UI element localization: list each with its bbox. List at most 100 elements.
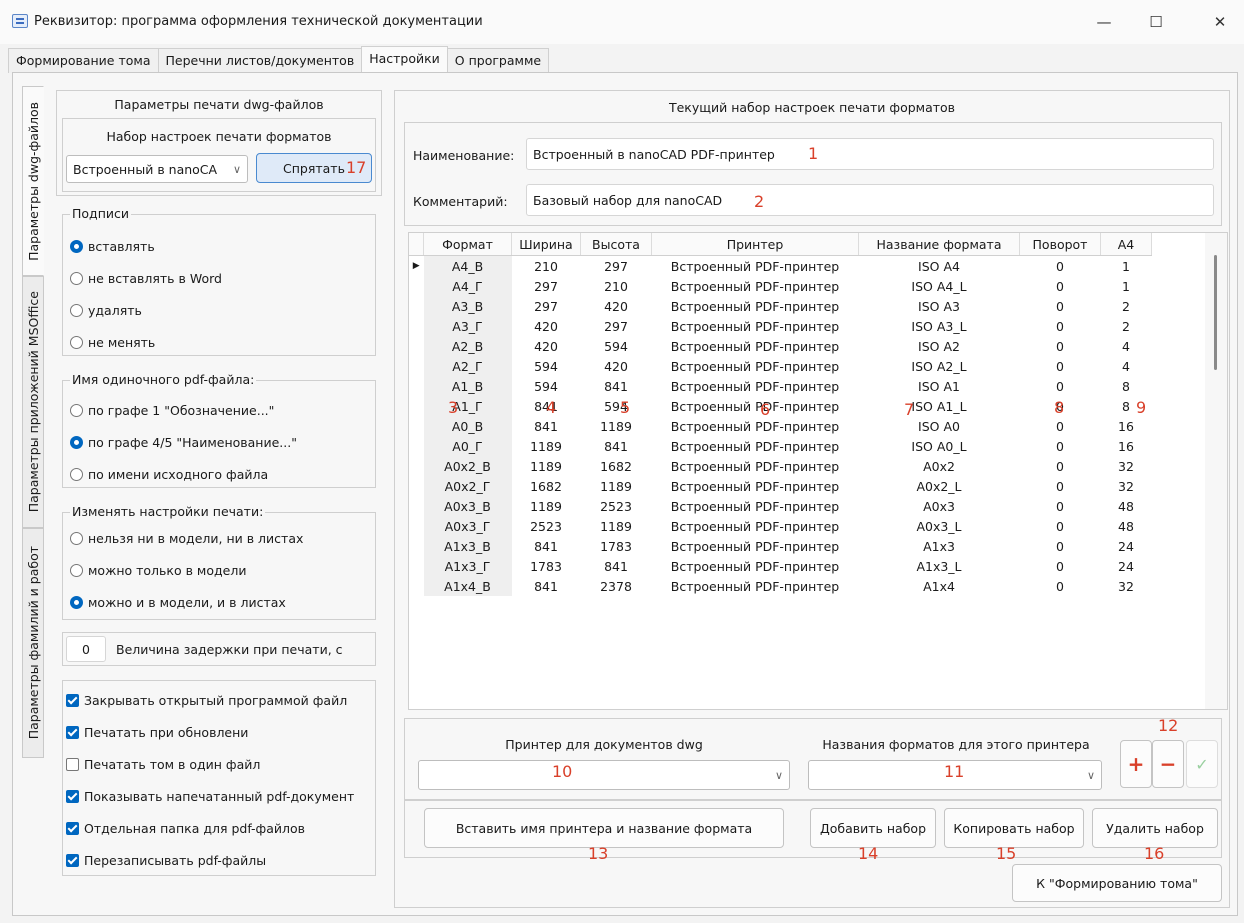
maximize-button[interactable]: ☐ [1136, 8, 1176, 36]
cell-format[interactable]: A0x3_В [423, 496, 512, 516]
cell-printer[interactable]: Встроенный PDF-принтер [652, 436, 859, 456]
cell-height[interactable]: 1189 [581, 416, 652, 436]
table-row[interactable]: A0x3_Г 2523 1189 Встроенный PDF-принтер A0x3… [409, 516, 1152, 536]
cell-format-name[interactable]: ISO A2 [859, 336, 1020, 356]
radio-never[interactable]: нельзя ни в модели, ни в листах [70, 522, 303, 554]
cell-format[interactable]: A1_В [423, 376, 512, 396]
cell-format-name[interactable]: ISO A4 [859, 256, 1020, 277]
table-row[interactable]: A1_Г 841 594 Встроенный PDF-принтер ISO A1_L… [409, 396, 1152, 416]
cell-a4[interactable]: 4 [1101, 336, 1152, 356]
check-print-on-update[interactable]: Печатать при обновлени [66, 716, 354, 748]
table-row[interactable]: A0x2_В 1189 1682 Встроенный PDF-принтер A0x2… [409, 456, 1152, 476]
cell-width[interactable]: 841 [512, 416, 581, 436]
grid-scrollbar[interactable] [1205, 233, 1227, 709]
table-row[interactable]: A1x4_В 841 2378 Встроенный PDF-принтер A1x4 0… [409, 576, 1152, 596]
cell-printer[interactable]: Встроенный PDF-принтер [652, 536, 859, 556]
cell-rotation[interactable]: 0 [1020, 516, 1101, 536]
cell-height[interactable]: 297 [581, 256, 652, 277]
radio-by-field45[interactable]: по графе 4/5 "Наименование..." [70, 426, 297, 458]
cell-a4[interactable]: 16 [1101, 436, 1152, 456]
table-row[interactable]: A0_В 841 1189 Встроенный PDF-принтер ISO A0 0… [409, 416, 1152, 436]
cell-height[interactable]: 2523 [581, 496, 652, 516]
cell-height[interactable]: 1189 [581, 476, 652, 496]
col-format[interactable]: Формат [423, 233, 512, 256]
cell-format-name[interactable]: A1x3 [859, 536, 1020, 556]
cell-format[interactable]: A0x2_Г [423, 476, 512, 496]
cell-rotation[interactable]: 0 [1020, 576, 1101, 596]
cell-rotation[interactable]: 0 [1020, 536, 1101, 556]
cell-a4[interactable]: 1 [1101, 256, 1152, 277]
row-header[interactable] [409, 396, 424, 416]
cell-height[interactable]: 297 [581, 316, 652, 336]
row-header[interactable] [409, 296, 424, 316]
cell-width[interactable]: 420 [512, 336, 581, 356]
cell-height[interactable]: 841 [581, 436, 652, 456]
row-header[interactable] [409, 436, 424, 456]
cell-printer[interactable]: Встроенный PDF-принтер [652, 496, 859, 516]
cell-format[interactable]: A2_Г [423, 356, 512, 376]
cell-height[interactable]: 841 [581, 376, 652, 396]
close-button[interactable]: ✕ [1200, 8, 1240, 36]
cell-format-name[interactable]: A1x4 [859, 576, 1020, 596]
table-row[interactable]: A0x3_В 1189 2523 Встроенный PDF-принтер A0x3… [409, 496, 1152, 516]
cell-height[interactable]: 210 [581, 276, 652, 296]
side-tab-msoffice[interactable]: Параметры приложений MSOffice [22, 276, 44, 528]
cell-height[interactable]: 1682 [581, 456, 652, 476]
cell-rotation[interactable]: 0 [1020, 316, 1101, 336]
cell-printer[interactable]: Встроенный PDF-принтер [652, 376, 859, 396]
printer-select[interactable]: ∨ [418, 760, 790, 790]
table-row[interactable]: A0_Г 1189 841 Встроенный PDF-принтер ISO A0_… [409, 436, 1152, 456]
cell-printer[interactable]: Встроенный PDF-принтер [652, 556, 859, 576]
row-header[interactable] [409, 556, 424, 576]
cell-a4[interactable]: 1 [1101, 276, 1152, 296]
cell-format-name[interactable]: ISO A3_L [859, 316, 1020, 336]
cell-a4[interactable]: 24 [1101, 536, 1152, 556]
insert-printer-button[interactable]: Вставить имя принтера и название формата [424, 808, 784, 848]
cell-rotation[interactable]: 0 [1020, 496, 1101, 516]
minimize-button[interactable]: — [1084, 8, 1124, 36]
radio-delete[interactable]: удалять [70, 294, 222, 326]
cell-format-name[interactable]: ISO A1 [859, 376, 1020, 396]
cell-format[interactable]: A1x3_Г [423, 556, 512, 576]
cell-width[interactable]: 210 [512, 256, 581, 277]
cell-format-name[interactable]: ISO A1_L [859, 396, 1020, 416]
cell-format[interactable]: A2_В [423, 336, 512, 356]
row-header[interactable] [409, 576, 424, 596]
cell-format-name[interactable]: A0x2_L [859, 476, 1020, 496]
cell-format-name[interactable]: ISO A4_L [859, 276, 1020, 296]
cell-format-name[interactable]: A0x3_L [859, 516, 1020, 536]
cell-printer[interactable]: Встроенный PDF-принтер [652, 416, 859, 436]
table-row[interactable]: A4_Г 297 210 Встроенный PDF-принтер ISO A4_L… [409, 276, 1152, 296]
cell-format-name[interactable]: ISO A3 [859, 296, 1020, 316]
cell-printer[interactable]: Встроенный PDF-принтер [652, 576, 859, 596]
cell-width[interactable]: 1189 [512, 456, 581, 476]
cell-height[interactable]: 594 [581, 396, 652, 416]
cell-printer[interactable]: Встроенный PDF-принтер [652, 296, 859, 316]
cell-format[interactable]: A1x4_В [423, 576, 512, 596]
table-row[interactable]: A1_В 594 841 Встроенный PDF-принтер ISO A1 0 8 [409, 376, 1152, 396]
table-row[interactable]: ▶ A4_В 210 297 Встроенный PDF-принтер ISO A4 0… [409, 255, 1152, 277]
set-select[interactable]: Встроенный в nanoCA ∨ [66, 155, 248, 183]
row-header[interactable] [409, 376, 424, 396]
cell-rotation[interactable]: 0 [1020, 336, 1101, 356]
table-row[interactable]: A1x3_Г 1783 841 Встроенный PDF-принтер A1x3_… [409, 556, 1152, 576]
check-one-file[interactable]: Печатать том в один файл [66, 748, 354, 780]
radio-insert[interactable]: вставлять [70, 230, 222, 262]
row-header[interactable] [409, 476, 424, 496]
cell-height[interactable]: 1783 [581, 536, 652, 556]
col-width[interactable]: Ширина [511, 233, 581, 256]
cell-printer[interactable]: Встроенный PDF-принтер [652, 516, 859, 536]
comment-field[interactable]: Базовый набор для nanoCAD [526, 184, 1214, 216]
cell-height[interactable]: 420 [581, 356, 652, 376]
cell-format[interactable]: A4_В [423, 255, 512, 276]
cell-rotation[interactable]: 0 [1020, 276, 1101, 296]
row-header[interactable] [409, 456, 424, 476]
apply-format-button[interactable]: ✓ [1186, 740, 1218, 788]
cell-width[interactable]: 594 [512, 356, 581, 376]
cell-printer[interactable]: Встроенный PDF-принтер [652, 356, 859, 376]
cell-width[interactable]: 2523 [512, 516, 581, 536]
table-row[interactable]: A3_Г 420 297 Встроенный PDF-принтер ISO A3_L… [409, 316, 1152, 336]
table-row[interactable]: A2_В 420 594 Встроенный PDF-принтер ISO A2 0 4 [409, 336, 1152, 356]
tab-settings[interactable]: Настройки [361, 46, 448, 73]
check-pdf-folder[interactable]: Отдельная папка для pdf-файлов [66, 812, 354, 844]
